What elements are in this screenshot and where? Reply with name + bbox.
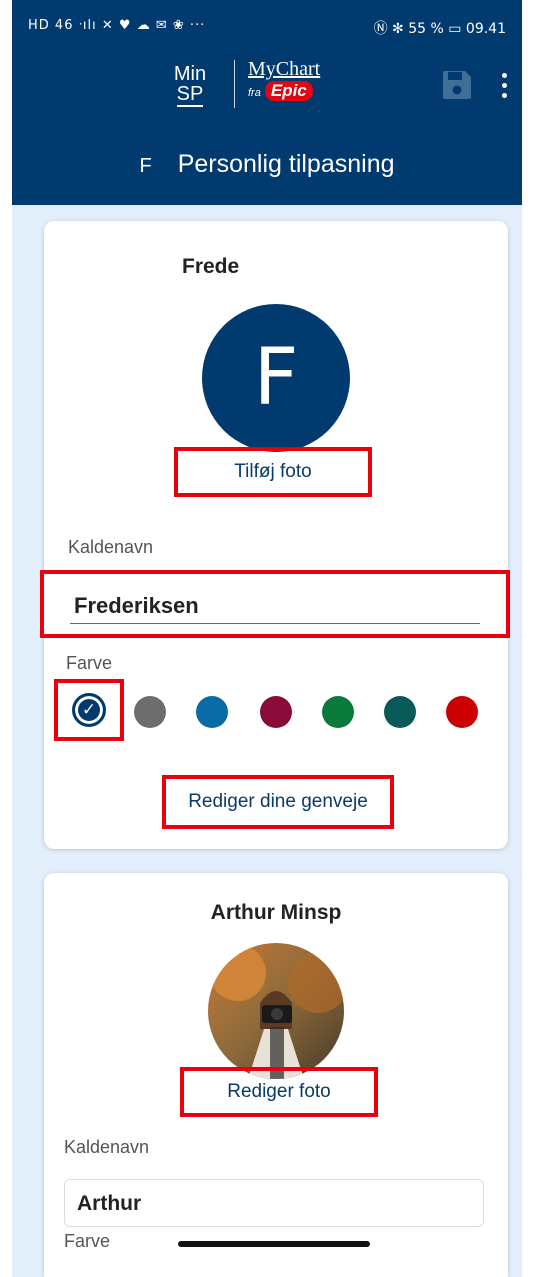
status-icons-right: Ⓝ ✻ 55 % ▭ 09.41 (373, 21, 506, 37)
logo-minsp-line1: Min (173, 63, 207, 85)
logo-fra-text: fra (248, 87, 261, 99)
logo-minsp-line2: SP (176, 83, 204, 107)
minsp-logo: Min SP (168, 64, 212, 107)
nickname-label: Kaldenavn (64, 1137, 150, 1157)
nickname-underline (70, 623, 480, 624)
nickname-value: Arthur (77, 1192, 142, 1215)
avatar: F (202, 304, 350, 452)
app-header: HD 46 ᐧılı ✕ ♥ ☁ ✉ ❀ ··· Ⓝ ✻ 55 % ▭ 09.4… (12, 0, 522, 205)
color-label: Farve (64, 1231, 111, 1251)
status-bar: HD 46 ᐧılı ✕ ♥ ☁ ✉ ❀ ··· Ⓝ ✻ 55 % ▭ 09.4… (12, 10, 522, 42)
profile-photo (208, 943, 344, 1079)
edit-photo-button[interactable]: Rediger foto (180, 1081, 378, 1103)
logo-mychart-text: MyChart (248, 58, 321, 80)
more-vertical-icon[interactable] (498, 70, 510, 100)
add-photo-button[interactable]: Tilføj foto (174, 461, 372, 483)
edit-shortcuts-button[interactable]: Rediger dine genveje (162, 791, 394, 813)
page-title: F Personlig tilpasning (12, 150, 522, 179)
nickname-field[interactable]: Frederiksen (74, 593, 199, 619)
home-indicator[interactable] (178, 1241, 370, 1247)
color-swatch-green[interactable] (322, 696, 354, 728)
profile-card-arthur: Arthur Minsp Rediger foto Kaldenavn Arth… (44, 873, 508, 1277)
color-label: Farve (66, 653, 113, 673)
color-swatch-blue[interactable] (196, 696, 228, 728)
save-icon[interactable] (440, 68, 474, 102)
header-title-text: Personlig tilpasning (177, 150, 395, 178)
check-icon: ✓ (81, 700, 97, 720)
nickname-label: Kaldenavn (68, 537, 154, 557)
profile-name: Arthur Minsp (210, 901, 342, 924)
profile-card-frede: Frede F Tilføj foto Kaldenavn Frederikse… (40, 221, 510, 849)
color-swatch-teal[interactable] (384, 696, 416, 728)
logo-epic-text: Epic (264, 81, 313, 101)
mychart-logo: MyChart fra Epic (248, 58, 358, 101)
color-swatch-navy[interactable]: ✓ (72, 693, 106, 727)
nickname-field[interactable]: Arthur (64, 1179, 484, 1227)
color-swatch-gray[interactable] (134, 696, 166, 728)
color-swatch-maroon[interactable] (260, 696, 292, 728)
status-icons-left: HD 46 ᐧılı ✕ ♥ ☁ ✉ ❀ ··· (28, 18, 206, 33)
header-initial: F (139, 155, 152, 177)
logo-divider (234, 60, 235, 108)
color-swatch-red[interactable] (446, 696, 478, 728)
profile-name: Frede (182, 255, 240, 278)
content-area: Frede F Tilføj foto Kaldenavn Frederikse… (12, 205, 522, 1277)
